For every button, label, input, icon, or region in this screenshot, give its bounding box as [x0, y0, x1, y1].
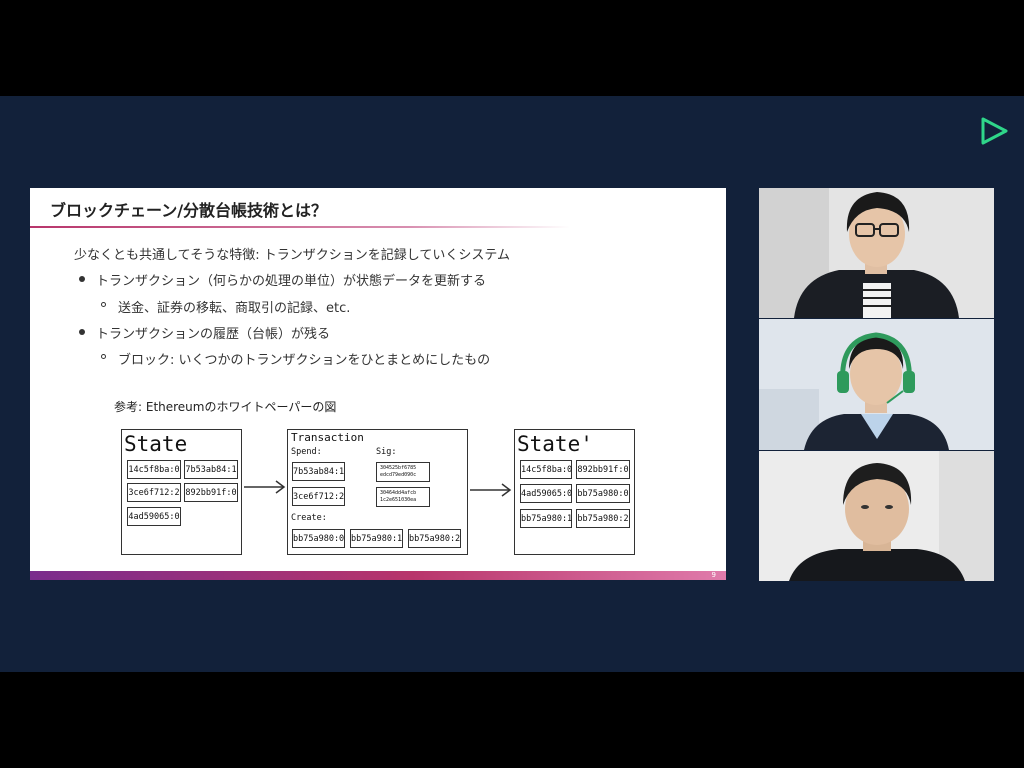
intro-text: 少なくとも共通してそうな特徴: トランザクションを記録していくシステム	[74, 248, 510, 263]
new-state-cell: 14c5f8ba:0	[520, 460, 572, 479]
create-cell: bb75a980:1	[350, 529, 403, 548]
spend-label: Spend:	[291, 447, 322, 457]
state-cell: 3ce6f712:2	[127, 483, 181, 502]
state-cell: 4ad59065:0	[127, 507, 181, 526]
arrow-right-icon	[470, 483, 512, 497]
slide-title: ブロックチェーン/分散台帳技術とは？	[50, 201, 328, 220]
new-state-cell: 4ad59065:0	[520, 484, 572, 503]
sub-bullet-ring	[101, 354, 106, 359]
bullet-2-sub-1: ブロック: いくつかのトランザクションをひとまとめにしたもの	[118, 353, 491, 368]
bullet-dot	[79, 276, 85, 282]
new-state-box: State' 14c5f8ba:0 892bb91f:0 4ad59065:0 …	[514, 429, 635, 555]
bullet-2-text: トランザクションの履歴（台帳）が残る	[96, 327, 331, 342]
new-state-cell: bb75a980:0	[576, 484, 630, 503]
person-avatar-icon	[759, 451, 994, 581]
signature-line: 30464dd4afcb	[380, 490, 417, 496]
transaction-box: Transaction Spend: 7b53ab84:1 3ce6f712:2…	[287, 429, 468, 555]
new-state-cell: bb75a980:2	[576, 509, 630, 528]
participant-video-2[interactable]	[759, 319, 994, 450]
presentation-slide: ブロックチェーン/分散台帳技術とは？ 少なくとも共通してそうな特徴: トランザク…	[30, 188, 726, 580]
sig-label: Sig:	[376, 447, 397, 457]
new-state-cell: bb75a980:1	[520, 509, 572, 528]
new-state-cell: 892bb91f:0	[576, 460, 630, 479]
bullet-dot	[79, 329, 85, 335]
spend-cell: 7b53ab84:1	[292, 462, 345, 481]
arrow-right-icon	[244, 480, 286, 494]
spend-cell: 3ce6f712:2	[292, 487, 345, 506]
participant-video-3[interactable]	[759, 451, 994, 581]
create-cell: bb75a980:0	[292, 529, 345, 548]
create-label: Create:	[291, 513, 327, 523]
signature-line: edcd79ed090c	[380, 472, 417, 478]
sub-bullet-ring	[101, 302, 106, 307]
state-title: State	[124, 432, 188, 456]
participant-video-1[interactable]	[759, 188, 994, 318]
signature-cell: 304525bf6785 edcd79ed090c	[376, 462, 430, 482]
play-triangle-logo-icon	[981, 117, 1008, 145]
person-avatar-icon	[759, 188, 994, 318]
new-state-title: State'	[517, 432, 593, 456]
signature-cell: 30464dd4afcb 1c2e651030ea	[376, 487, 430, 507]
transaction-title: Transaction	[291, 431, 364, 444]
bullet-1-text: トランザクション（何らかの処理の単位）が状態データを更新する	[96, 274, 487, 289]
title-underline	[30, 226, 570, 228]
state-cell: 14c5f8ba:0	[127, 460, 181, 479]
reference-caption: 参考: Ethereumのホワイトペーパーの図	[114, 400, 337, 414]
signature-line: 1c2e651030ea	[380, 497, 417, 503]
bullet-1-sub-1: 送金、証券の移転、商取引の記録、etc.	[118, 301, 351, 316]
person-avatar-icon	[759, 319, 994, 450]
signature-line: 304525bf6785	[380, 465, 417, 471]
state-cell: 892bb91f:0	[184, 483, 238, 502]
page-number: 9	[711, 571, 716, 579]
state-cell: 7b53ab84:1	[184, 460, 238, 479]
state-box: State 14c5f8ba:0 7b53ab84:1 3ce6f712:2 8…	[121, 429, 242, 555]
slide-footer-bar	[30, 571, 726, 580]
create-cell: bb75a980:2	[408, 529, 461, 548]
